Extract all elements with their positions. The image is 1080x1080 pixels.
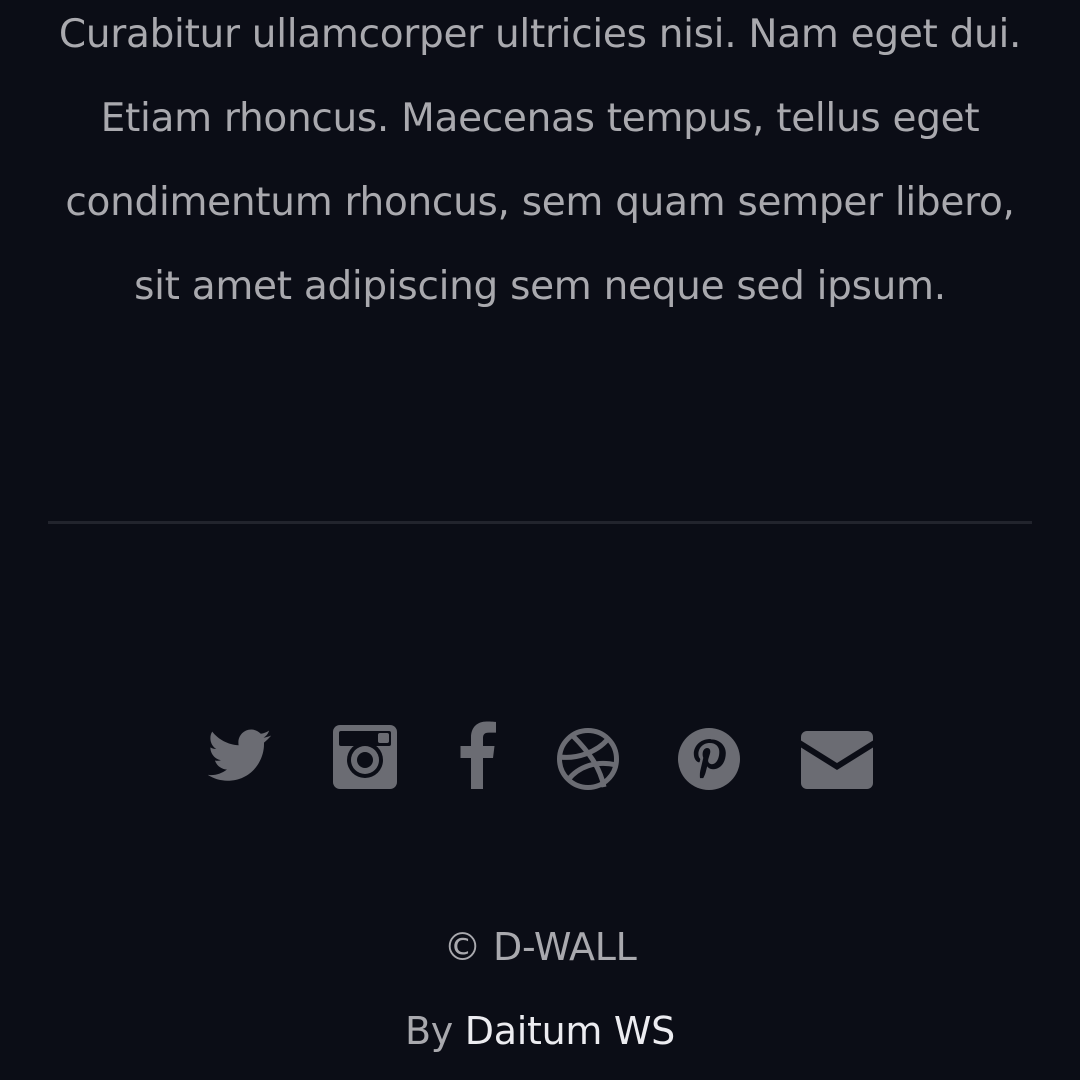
credit-line: By Daitum WS bbox=[0, 1002, 1080, 1060]
author-link[interactable]: Daitum WS bbox=[465, 1009, 675, 1053]
copyright-text: © D-WALL bbox=[443, 925, 637, 969]
envelope-icon[interactable] bbox=[801, 731, 873, 789]
credit-by-label: By bbox=[405, 1009, 453, 1053]
about-text: Curabitur ullamcorper ultricies nisi. Na… bbox=[58, 12, 1022, 309]
pinterest-icon[interactable] bbox=[677, 727, 741, 791]
footer-divider bbox=[48, 521, 1032, 524]
dribbble-icon[interactable] bbox=[556, 727, 620, 791]
instagram-icon[interactable] bbox=[333, 725, 397, 789]
twitter-icon[interactable] bbox=[208, 729, 272, 785]
facebook-icon[interactable] bbox=[458, 721, 496, 789]
social-links bbox=[0, 718, 1080, 798]
